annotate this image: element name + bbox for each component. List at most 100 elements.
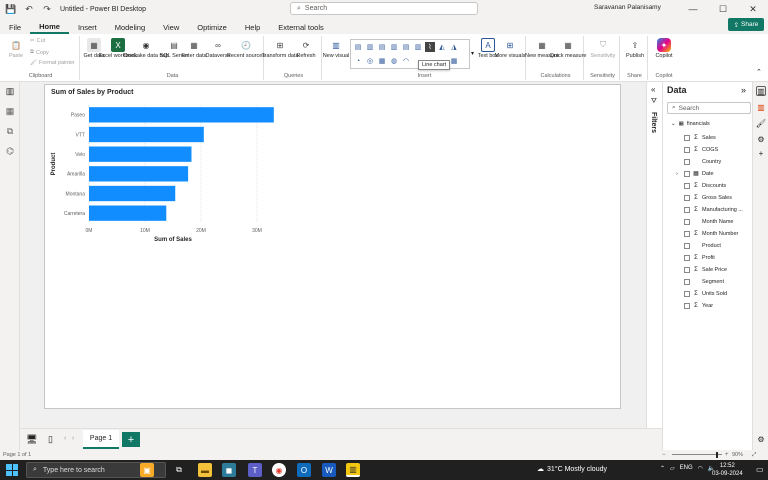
- line-chart-icon[interactable]: ⌇: [425, 42, 435, 52]
- language-indicator[interactable]: ENG: [680, 465, 693, 472]
- field-checkbox[interactable]: [684, 146, 690, 153]
- user-name[interactable]: Saravanan Palanisamy: [594, 4, 661, 11]
- stacked-area-icon[interactable]: ◮: [449, 42, 459, 52]
- outlook-icon[interactable]: O: [297, 463, 311, 477]
- field-item[interactable]: Σ Sale Price: [684, 264, 727, 275]
- store-icon[interactable]: ◼: [222, 463, 236, 477]
- onelake-button[interactable]: ◉ OneLake data hub: [123, 38, 168, 60]
- bar[interactable]: [89, 205, 167, 221]
- close-button[interactable]: ✕: [742, 0, 764, 18]
- zoom-in-icon[interactable]: +: [725, 452, 729, 458]
- next-page-icon[interactable]: ›: [72, 435, 74, 442]
- bar[interactable]: [89, 107, 274, 123]
- chevron-right-icon[interactable]: ›: [676, 171, 678, 177]
- wifi-icon[interactable]: ◠: [698, 465, 703, 472]
- clock[interactable]: 12:52 03-09-2024: [712, 462, 743, 478]
- field-checkbox[interactable]: [684, 194, 690, 201]
- mobile-layout-icon[interactable]: ▯: [48, 434, 53, 445]
- report-page[interactable]: Sum of Sales by Product Product Sum of S…: [44, 84, 621, 409]
- field-checkbox[interactable]: [684, 242, 690, 249]
- zoom-out-icon[interactable]: −: [662, 452, 666, 458]
- report-view-icon[interactable]: ▥: [5, 86, 15, 96]
- zoom-slider[interactable]: [672, 454, 722, 455]
- start-button[interactable]: [6, 464, 18, 476]
- field-item[interactable]: Σ COGS: [684, 144, 718, 155]
- field-item[interactable]: Product: [684, 240, 721, 251]
- table-node[interactable]: ⌄ ▦ financials: [671, 121, 710, 127]
- bar-chart-visual[interactable]: Sum of Sales by Product Product Sum of S…: [45, 85, 295, 255]
- cut-button[interactable]: ✂ Cut: [30, 38, 45, 44]
- sensitivity-button[interactable]: ⛉ Sensitivity: [591, 38, 616, 60]
- notification-icon[interactable]: ▭: [756, 465, 764, 474]
- bar[interactable]: [89, 126, 204, 143]
- field-checkbox[interactable]: [684, 278, 690, 285]
- gauge-icon[interactable]: ◠: [401, 56, 411, 66]
- tab-optimize[interactable]: Optimize: [188, 20, 236, 34]
- file-explorer-icon[interactable]: ▬: [198, 463, 212, 477]
- field-checkbox[interactable]: [684, 218, 690, 225]
- weather-widget[interactable]: ☁ 31°C Mostly cloudy: [537, 465, 607, 474]
- new-visual-button[interactable]: ▥ New visual: [323, 38, 350, 60]
- stacked-column-icon[interactable]: ▥: [365, 42, 375, 52]
- field-item[interactable]: Σ Year: [684, 300, 713, 311]
- field-checkbox[interactable]: [684, 158, 690, 165]
- quick-measure-button[interactable]: ▦ Quick measure: [550, 38, 587, 60]
- publish-button[interactable]: ⇪ Publish: [623, 38, 647, 60]
- gallery-more-icon[interactable]: ▾: [471, 50, 474, 57]
- bar[interactable]: [89, 166, 189, 182]
- tab-help[interactable]: Help: [236, 20, 269, 34]
- dax-view-icon[interactable]: ⌬: [5, 146, 15, 156]
- tab-view[interactable]: View: [154, 20, 188, 34]
- format-icon[interactable]: 🖌: [756, 118, 766, 128]
- field-item[interactable]: Country: [684, 156, 721, 167]
- copilot-button[interactable]: ✦ Copilot: [652, 38, 676, 60]
- stacked-bar-icon[interactable]: ▤: [353, 42, 363, 52]
- field-checkbox[interactable]: [684, 302, 690, 309]
- add-page-button[interactable]: +: [122, 432, 140, 447]
- refresh-button[interactable]: ⟳ Refresh: [294, 38, 318, 60]
- field-item[interactable]: › ▦ Date: [676, 168, 714, 179]
- field-checkbox[interactable]: [684, 134, 690, 141]
- field-item[interactable]: Σ Manufacturing ...: [684, 204, 743, 215]
- field-checkbox[interactable]: [684, 290, 690, 297]
- transform-data-button[interactable]: ⊞ Transform data: [261, 38, 298, 60]
- copy-button[interactable]: ⧉ Copy: [30, 49, 49, 56]
- field-item[interactable]: Month Name: [684, 216, 734, 227]
- table-view-icon[interactable]: ▦: [5, 106, 15, 116]
- 100-column-icon[interactable]: ▥: [413, 42, 423, 52]
- field-item[interactable]: Σ Profit: [684, 252, 715, 263]
- settings-icon[interactable]: ⚙: [756, 434, 766, 444]
- field-item[interactable]: Σ Gross Sales: [684, 192, 732, 203]
- field-checkbox[interactable]: [684, 206, 690, 213]
- collapse-ribbon-icon[interactable]: ⌃: [756, 68, 762, 76]
- build-icon[interactable]: ⚙: [756, 134, 766, 144]
- pie-chart-icon[interactable]: ◔: [353, 56, 363, 66]
- chevron-up-icon[interactable]: ⌃: [660, 465, 665, 472]
- format-painter-button[interactable]: 🖌 Format painter: [30, 60, 75, 66]
- data-search-input[interactable]: ⌕ Search: [667, 102, 751, 114]
- tab-insert[interactable]: Insert: [69, 20, 106, 34]
- field-checkbox[interactable]: [684, 230, 690, 237]
- field-checkbox[interactable]: [684, 170, 690, 177]
- more-visuals-button[interactable]: ⊞ More visuals: [495, 38, 526, 60]
- field-checkbox[interactable]: [684, 254, 690, 261]
- minimize-button[interactable]: —: [682, 0, 704, 18]
- network-icon[interactable]: ▱: [670, 465, 675, 472]
- chrome-icon[interactable]: ◉: [272, 463, 286, 477]
- clustered-bar-icon[interactable]: ▤: [377, 42, 387, 52]
- add-pane-icon[interactable]: +: [756, 148, 766, 158]
- clustered-column-icon[interactable]: ▥: [389, 42, 399, 52]
- power-bi-icon[interactable]: ▥: [346, 463, 360, 477]
- table-visual-icon[interactable]: ▦: [449, 56, 459, 66]
- save-icon[interactable]: 💾: [4, 2, 18, 16]
- prev-page-icon[interactable]: ‹: [64, 435, 66, 442]
- collapse-data-icon[interactable]: »: [741, 85, 746, 95]
- bar[interactable]: [89, 146, 192, 162]
- paste-button[interactable]: 📋 Paste: [4, 38, 28, 60]
- share-button[interactable]: ⇪ Share: [728, 18, 764, 31]
- tab-modeling[interactable]: Modeling: [106, 20, 154, 34]
- filters-pane[interactable]: « ⛛ Filters: [646, 82, 662, 428]
- donut-chart-icon[interactable]: ◎: [365, 56, 375, 66]
- search-input[interactable]: ⌕ Search: [290, 2, 478, 15]
- field-checkbox[interactable]: [684, 266, 690, 273]
